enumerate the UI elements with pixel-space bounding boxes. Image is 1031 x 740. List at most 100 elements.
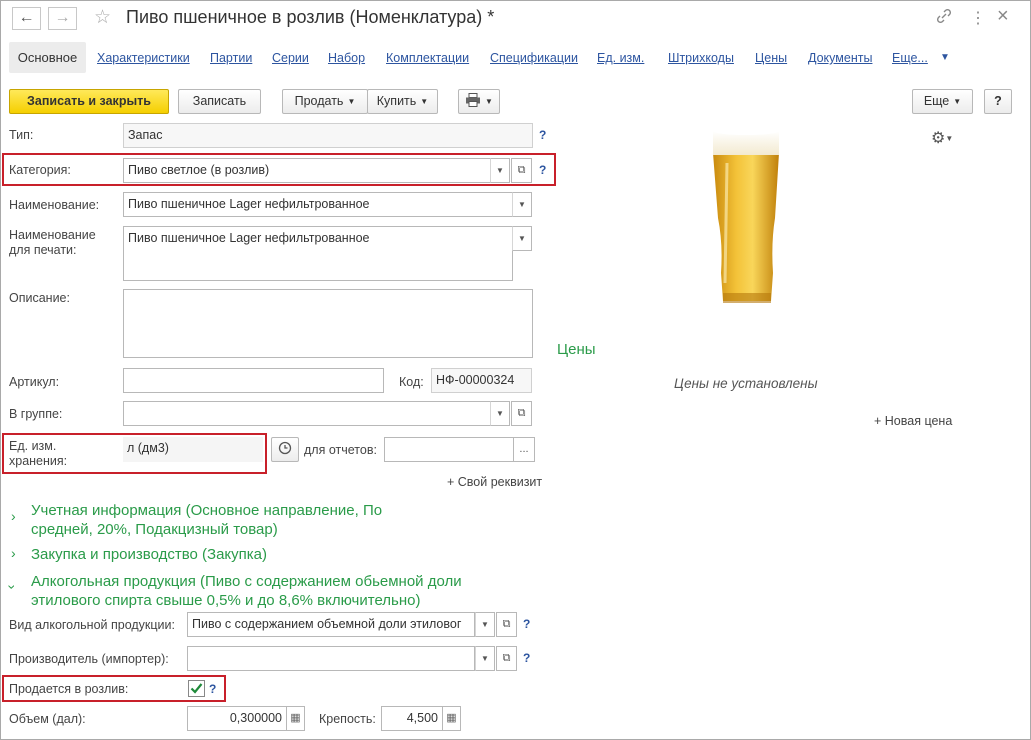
producer-help[interactable]: ? (523, 651, 530, 665)
strength-label: Крепость: (319, 712, 376, 726)
close-icon[interactable]: × (997, 5, 1009, 28)
buy-button[interactable]: Купить ▼ (367, 89, 438, 114)
producer-open-button[interactable]: ⧉ (496, 646, 517, 671)
unit-label-2: хранения: (9, 454, 68, 468)
product-image (701, 123, 791, 308)
group-open-button[interactable]: ⧉ (511, 401, 532, 426)
description-field[interactable] (123, 289, 533, 358)
help-button[interactable]: ? (984, 89, 1012, 114)
tab-kits[interactable]: Комплектации (386, 51, 469, 65)
description-label: Описание: (9, 291, 70, 305)
forward-button[interactable]: → (48, 7, 77, 30)
name-dropdown[interactable]: ▼ (512, 192, 532, 217)
printer-icon (466, 93, 481, 107)
checkmark-icon (190, 683, 203, 694)
print-name-dropdown[interactable]: ▼ (512, 226, 532, 251)
draft-help[interactable]: ? (209, 682, 216, 696)
code-field[interactable]: НФ-00000324 (431, 368, 532, 393)
caret-down-icon: ▼ (953, 97, 962, 106)
alcohol-kind-help[interactable]: ? (523, 617, 530, 631)
group-dropdown[interactable]: ▼ (490, 401, 510, 426)
report-unit-label: для отчетов: (304, 443, 377, 457)
print-name-label-2: для печати: (9, 243, 77, 257)
producer-dropdown[interactable]: ▼ (475, 646, 495, 671)
back-button[interactable]: ← (12, 7, 41, 30)
more-label: Еще (923, 94, 950, 108)
prices-title: Цены (557, 341, 596, 358)
accounting-line-2: средней, 20%, Подакцизный товар) (31, 521, 278, 538)
chevron-right-icon[interactable]: › (11, 508, 16, 524)
print-name-label-1: Наименование (9, 228, 96, 242)
sell-button[interactable]: Продать ▼ (282, 89, 368, 114)
producer-field[interactable] (187, 646, 475, 671)
alcohol-kind-dropdown[interactable]: ▼ (475, 612, 495, 637)
article-field[interactable] (123, 368, 384, 393)
clock-history-icon (278, 441, 292, 455)
more-vertical-icon[interactable]: ⋮ (970, 8, 986, 28)
unit-history-button[interactable] (271, 437, 299, 462)
tab-characteristics[interactable]: Характеристики (97, 51, 190, 65)
prices-empty-text: Цены не установлены (674, 376, 818, 391)
save-button[interactable]: Записать (178, 89, 261, 114)
window: ← → ☆ Пиво пшеничное в розлив (Номенклат… (0, 0, 1031, 740)
chevron-down-icon[interactable]: ▼ (940, 52, 950, 63)
alcohol-group-header[interactable]: Алкогольная продукция (Пиво с содержание… (31, 572, 462, 610)
print-name-field[interactable]: Пиво пшеничное Lager нефильтрованное (123, 226, 513, 281)
new-price-link[interactable]: + Новая цена (874, 414, 952, 428)
calculator-icon[interactable]: ▦ (443, 706, 461, 731)
chevron-right-icon[interactable]: › (11, 545, 16, 561)
report-unit-field[interactable] (384, 437, 514, 462)
tab-batches[interactable]: Партии (210, 51, 252, 65)
caret-down-icon: ▼ (485, 97, 493, 106)
more-button[interactable]: Еще ▼ (912, 89, 973, 114)
producer-label: Производитель (импортер): (9, 652, 169, 666)
gear-icon[interactable]: ⚙▼ (931, 128, 953, 148)
category-dropdown[interactable]: ▼ (490, 158, 510, 183)
buy-label: Купить (376, 94, 417, 108)
name-field[interactable]: Пиво пшеничное Lager нефильтрованное (123, 192, 513, 217)
category-open-button[interactable]: ⧉ (511, 158, 532, 183)
group-field[interactable] (123, 401, 491, 426)
save-and-close-button[interactable]: Записать и закрыть (9, 89, 169, 114)
type-field[interactable]: Запас (123, 123, 533, 148)
alcohol-line-1: Алкогольная продукция (Пиво с содержание… (31, 573, 462, 590)
beer-glass-icon (713, 127, 779, 303)
report-unit-select-button[interactable]: ... (513, 437, 535, 462)
category-field[interactable]: Пиво светлое (в розлив) (123, 158, 491, 183)
tab-documents[interactable]: Документы (808, 51, 872, 65)
alcohol-kind-field[interactable]: Пиво с содержанием объемной доли этилово… (187, 612, 475, 637)
caret-down-icon: ▼ (420, 97, 429, 106)
tab-specifications[interactable]: Спецификации (490, 51, 578, 65)
purchase-group-header[interactable]: Закупка и производство (Закупка) (31, 545, 267, 564)
link-icon[interactable] (936, 8, 952, 27)
category-help[interactable]: ? (539, 163, 546, 177)
print-button[interactable]: ▼ (458, 89, 500, 114)
volume-field[interactable]: 0,300000 (187, 706, 287, 731)
accounting-group-header[interactable]: Учетная информация (Основное направление… (31, 501, 382, 539)
name-label: Наименование: (9, 198, 100, 212)
window-title: Пиво пшеничное в розлив (Номенклатура) * (126, 7, 495, 27)
unit-label-1: Ед. изм. (9, 439, 57, 453)
article-label: Артикул: (9, 375, 60, 389)
unit-field[interactable]: л (дм3) (123, 437, 263, 462)
caret-down-icon: ▼ (347, 97, 356, 106)
code-label: Код: (399, 375, 424, 389)
tab-units[interactable]: Ед. изм. (597, 51, 644, 65)
calculator-icon[interactable]: ▦ (287, 706, 305, 731)
tab-more[interactable]: Еще... (892, 51, 928, 65)
star-icon[interactable]: ☆ (94, 6, 111, 29)
chevron-down-icon[interactable]: › (4, 585, 20, 590)
draft-checkbox[interactable] (188, 680, 205, 697)
volume-label: Объем (дал): (9, 712, 86, 726)
alcohol-kind-open-button[interactable]: ⧉ (496, 612, 517, 637)
tab-prices[interactable]: Цены (755, 51, 787, 65)
add-attribute-link[interactable]: + Свой реквизит (447, 475, 542, 489)
draft-label: Продается в розлив: (9, 682, 129, 696)
tab-main[interactable]: Основное (9, 42, 86, 73)
tab-set[interactable]: Набор (328, 51, 365, 65)
tab-series[interactable]: Серии (272, 51, 309, 65)
type-help[interactable]: ? (539, 128, 546, 142)
strength-field[interactable]: 4,500 (381, 706, 443, 731)
tab-barcodes[interactable]: Штрихкоды (668, 51, 734, 65)
sell-label: Продать (294, 94, 344, 108)
